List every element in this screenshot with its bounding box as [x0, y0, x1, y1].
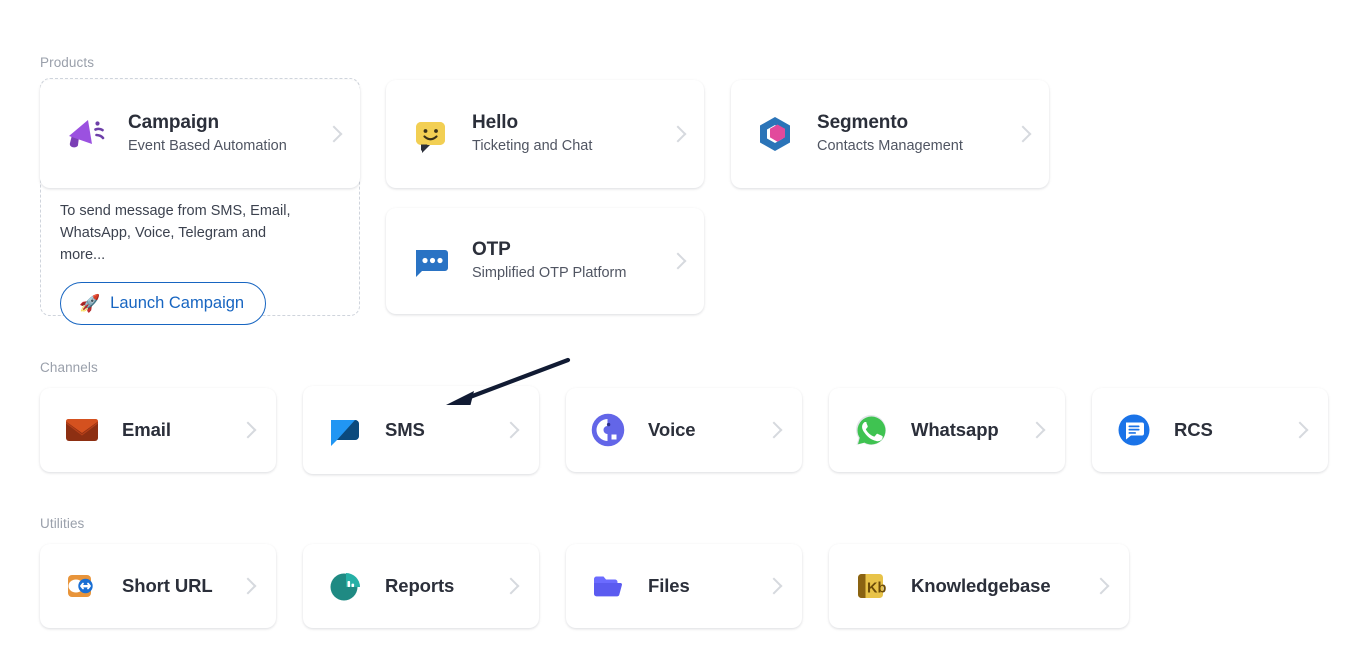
- launch-campaign-button[interactable]: 🚀 Launch Campaign: [60, 282, 267, 326]
- product-title: OTP: [472, 239, 511, 261]
- svg-text:Kb: Kb: [867, 581, 886, 597]
- smiley-chat-icon: [408, 112, 452, 156]
- section-label-channels: Channels: [40, 360, 98, 375]
- utility-card-short-url[interactable]: Short URL: [40, 544, 276, 628]
- section-label-products: Products: [40, 55, 95, 70]
- product-title: Segmento: [817, 112, 909, 134]
- voice-circle-icon: [588, 410, 628, 450]
- sms-bubble-icon: [325, 410, 365, 450]
- utility-card-files[interactable]: Files: [566, 544, 802, 628]
- channel-card-sms[interactable]: SMS: [303, 386, 539, 474]
- product-card-hello[interactable]: Hello Ticketing and Chat: [386, 80, 704, 188]
- section-label-utilities: Utilities: [40, 516, 85, 531]
- product-card-otp[interactable]: OTP Simplified OTP Platform: [386, 208, 704, 314]
- hexagon-icon: [753, 112, 797, 156]
- book-kb-icon: Kb: [851, 566, 891, 606]
- channel-card-rcs[interactable]: RCS: [1092, 388, 1328, 472]
- megaphone-icon: [62, 111, 108, 157]
- short-url-icon: [62, 566, 102, 606]
- channel-card-email[interactable]: Email: [40, 388, 276, 472]
- product-title: Hello: [472, 112, 518, 134]
- campaign-promo-body: To send message from SMS, Email, WhatsAp…: [60, 200, 350, 326]
- folder-icon: [588, 566, 628, 606]
- product-title: Campaign: [128, 112, 220, 134]
- channel-card-whatsapp[interactable]: Whatsapp: [829, 388, 1065, 472]
- launch-campaign-label: Launch Campaign: [110, 294, 245, 313]
- product-card-segmento[interactable]: Segmento Contacts Management: [731, 80, 1049, 188]
- envelope-icon: [62, 410, 102, 450]
- campaign-description: To send message from SMS, Email, WhatsAp…: [60, 203, 291, 264]
- products-dashboard: Products Campaign Event Based Automation…: [0, 0, 1366, 657]
- product-subtitle: Ticketing and Chat: [472, 138, 593, 155]
- rcs-message-icon: [1114, 410, 1154, 450]
- pie-chart-icon: [325, 566, 365, 606]
- product-card-campaign[interactable]: Campaign Event Based Automation: [40, 80, 360, 188]
- channel-card-voice[interactable]: Voice: [566, 388, 802, 472]
- whatsapp-icon: [851, 410, 891, 450]
- utility-card-reports[interactable]: Reports: [303, 544, 539, 628]
- product-subtitle: Contacts Management: [817, 138, 963, 155]
- utility-card-knowledgebase[interactable]: Kb Knowledgebase: [829, 544, 1129, 628]
- chat-dots-icon: [408, 239, 452, 283]
- product-subtitle: Event Based Automation: [128, 138, 287, 155]
- product-subtitle: Simplified OTP Platform: [472, 265, 627, 282]
- rocket-icon: 🚀: [79, 294, 101, 314]
